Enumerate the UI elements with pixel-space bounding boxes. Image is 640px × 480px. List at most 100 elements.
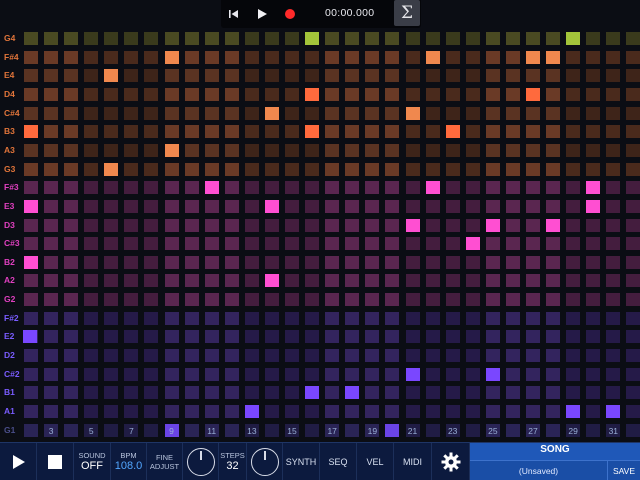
step-cell[interactable] bbox=[365, 311, 380, 325]
step-cell[interactable] bbox=[24, 311, 38, 325]
step-cell[interactable] bbox=[244, 143, 259, 157]
step-cell[interactable] bbox=[586, 199, 601, 213]
step-cell[interactable] bbox=[345, 125, 360, 139]
step-cell[interactable] bbox=[485, 162, 500, 176]
step-cell[interactable] bbox=[244, 255, 259, 269]
step-cell[interactable] bbox=[526, 349, 540, 363]
step-cell[interactable] bbox=[285, 293, 300, 307]
step-cell[interactable] bbox=[104, 32, 119, 45]
step-cell[interactable] bbox=[505, 423, 520, 437]
step-cell[interactable] bbox=[365, 199, 380, 213]
step-cell[interactable] bbox=[264, 50, 279, 64]
step-cell[interactable] bbox=[465, 330, 480, 344]
step-cell[interactable] bbox=[626, 349, 640, 363]
step-cell[interactable] bbox=[144, 106, 159, 120]
step-cell[interactable] bbox=[224, 405, 239, 418]
step-cell[interactable] bbox=[385, 143, 400, 157]
step-cell[interactable] bbox=[325, 349, 340, 363]
step-cell[interactable] bbox=[164, 367, 179, 381]
step-cell[interactable] bbox=[164, 293, 179, 307]
step-cell[interactable] bbox=[84, 367, 99, 381]
step-cell[interactable] bbox=[546, 349, 561, 363]
step-cell[interactable] bbox=[546, 87, 561, 101]
step-cell[interactable] bbox=[305, 274, 320, 288]
step-cell[interactable] bbox=[505, 330, 520, 344]
vel-button[interactable]: VEL bbox=[357, 443, 394, 480]
step-cell[interactable] bbox=[526, 367, 540, 381]
step-cell[interactable] bbox=[244, 69, 259, 83]
step-cell[interactable] bbox=[526, 237, 540, 251]
step-cell[interactable] bbox=[485, 311, 500, 325]
step-cell[interactable] bbox=[325, 386, 340, 400]
step-cell[interactable] bbox=[345, 349, 360, 363]
step-cell[interactable] bbox=[626, 255, 640, 269]
sound-toggle[interactable]: SOUND OFF bbox=[74, 443, 111, 480]
step-cell[interactable] bbox=[164, 87, 179, 101]
step-cell[interactable] bbox=[505, 255, 520, 269]
step-cell[interactable] bbox=[204, 162, 219, 176]
step-cell[interactable] bbox=[244, 349, 259, 363]
step-cell[interactable] bbox=[24, 125, 38, 139]
step-cell[interactable] bbox=[264, 274, 279, 288]
step-cell[interactable] bbox=[285, 32, 300, 45]
step-cell[interactable] bbox=[24, 69, 38, 83]
step-cell[interactable] bbox=[104, 423, 119, 437]
step-cell[interactable] bbox=[204, 218, 219, 232]
step-cell[interactable] bbox=[24, 405, 38, 418]
step-cell[interactable] bbox=[305, 32, 320, 45]
step-cell[interactable] bbox=[626, 106, 640, 120]
step-cell[interactable] bbox=[505, 32, 520, 45]
step-cell[interactable] bbox=[425, 367, 440, 381]
step-cell[interactable] bbox=[264, 386, 279, 400]
step-cell[interactable] bbox=[325, 293, 340, 307]
step-cell[interactable] bbox=[144, 367, 159, 381]
step-cell[interactable] bbox=[546, 32, 561, 45]
step-cell[interactable] bbox=[345, 87, 360, 101]
step-cell[interactable] bbox=[64, 255, 79, 269]
step-cell[interactable] bbox=[345, 162, 360, 176]
step-cell[interactable] bbox=[124, 367, 139, 381]
step-cell[interactable] bbox=[626, 143, 640, 157]
step-cell[interactable] bbox=[345, 330, 360, 344]
step-cell[interactable] bbox=[305, 367, 320, 381]
steps-knob-control[interactable] bbox=[247, 443, 283, 480]
step-cell[interactable] bbox=[626, 69, 640, 83]
step-cell[interactable] bbox=[264, 330, 279, 344]
step-cell[interactable] bbox=[385, 106, 400, 120]
step-cell[interactable] bbox=[264, 405, 279, 418]
step-cell[interactable] bbox=[104, 349, 119, 363]
step-cell[interactable] bbox=[445, 255, 460, 269]
step-cell[interactable] bbox=[184, 405, 199, 418]
step-cell[interactable] bbox=[305, 125, 320, 139]
step-cell[interactable] bbox=[325, 162, 340, 176]
step-cell[interactable] bbox=[244, 386, 259, 400]
step-cell[interactable] bbox=[405, 143, 420, 157]
step-cell[interactable] bbox=[104, 293, 119, 307]
step-cell[interactable] bbox=[144, 349, 159, 363]
step-cell[interactable] bbox=[164, 311, 179, 325]
step-cell[interactable] bbox=[505, 106, 520, 120]
step-cell[interactable] bbox=[24, 386, 38, 400]
step-cell[interactable] bbox=[144, 274, 159, 288]
step-cell[interactable] bbox=[465, 87, 480, 101]
step-cell[interactable] bbox=[345, 405, 360, 418]
step-cell[interactable] bbox=[345, 106, 360, 120]
step-cell[interactable] bbox=[566, 50, 581, 64]
step-cell[interactable] bbox=[365, 87, 380, 101]
step-cell[interactable] bbox=[626, 32, 640, 45]
step-cell[interactable] bbox=[546, 255, 561, 269]
step-cell[interactable] bbox=[224, 162, 239, 176]
step-cell[interactable] bbox=[204, 330, 219, 344]
step-cell[interactable] bbox=[305, 181, 320, 195]
step-cell[interactable] bbox=[385, 32, 400, 45]
step-cell[interactable] bbox=[445, 386, 460, 400]
step-cell[interactable] bbox=[526, 199, 540, 213]
step-cell[interactable] bbox=[485, 32, 500, 45]
step-cell[interactable] bbox=[365, 367, 380, 381]
step-cell[interactable] bbox=[586, 293, 601, 307]
step-cell[interactable] bbox=[285, 69, 300, 83]
step-cell[interactable] bbox=[264, 143, 279, 157]
step-cell[interactable] bbox=[124, 255, 139, 269]
step-cell[interactable] bbox=[505, 181, 520, 195]
step-cell[interactable] bbox=[465, 311, 480, 325]
